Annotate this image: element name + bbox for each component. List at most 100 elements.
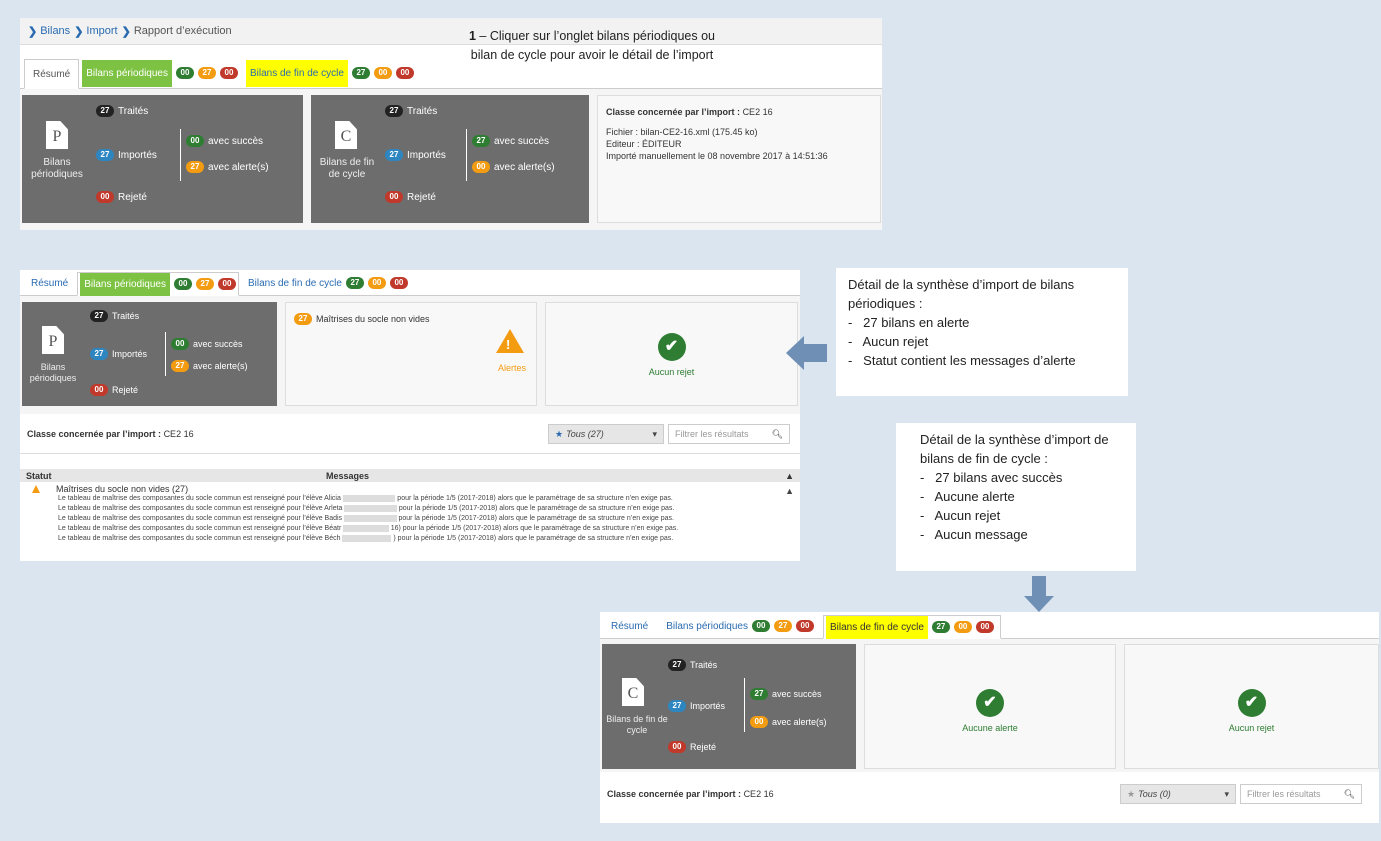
messages-list: Maîtrises du socle non vides (27) ▲ Le t… bbox=[20, 482, 800, 544]
chevron-up-icon[interactable]: ▲ bbox=[785, 471, 794, 481]
note-item: - Aucun rejet bbox=[920, 508, 1001, 523]
caret-down-icon: ▾ bbox=[1224, 788, 1229, 799]
chevron-up-icon[interactable]: ▲ bbox=[785, 486, 794, 496]
document-p-icon: P bbox=[46, 121, 68, 149]
success-badge: 00 bbox=[175, 67, 194, 79]
arrow-left-icon bbox=[786, 336, 804, 370]
note-item: - Aucun message bbox=[920, 527, 1028, 542]
alert-badge: 27 bbox=[197, 67, 216, 79]
tab-resume[interactable]: Résumé bbox=[24, 59, 80, 89]
classe-value: CE2 16 bbox=[742, 107, 773, 117]
traites-row: 27 Traités bbox=[96, 105, 148, 117]
note-item: - 27 bilans en alerte bbox=[848, 315, 970, 330]
reject-badge: 00 bbox=[389, 277, 408, 289]
alert-badge: 00 bbox=[373, 67, 392, 79]
doc-label: Bilans de fin de cycle bbox=[606, 714, 668, 735]
tab-bar: Résumé Bilans périodiques 00 27 00 Bilan… bbox=[600, 612, 1379, 639]
search-icon: 🔍︎ bbox=[771, 428, 783, 439]
message-row: Le tableau de maîtrise des composantes d… bbox=[58, 515, 674, 522]
alerts-box: 27 Maîtrises du socle non vides ! Alertes bbox=[285, 302, 537, 406]
divider bbox=[165, 332, 166, 376]
panel-fin-cycle: Résumé Bilans périodiques 00 27 00 Bilan… bbox=[600, 612, 1379, 823]
tab-label: Bilans périodiques bbox=[80, 272, 170, 296]
success-badge: 27 bbox=[351, 67, 370, 79]
alert-badge: 27 bbox=[195, 278, 214, 290]
divider bbox=[466, 129, 467, 181]
search-icon: 🔍︎ bbox=[1343, 788, 1355, 799]
note-item: - Aucune alerte bbox=[920, 489, 1015, 504]
arrow-left-shaft bbox=[803, 344, 827, 362]
doc-label: Bilans périodiques bbox=[29, 362, 77, 383]
rejects-box: ✔ Aucun rejet bbox=[1124, 644, 1379, 769]
tab-bilans-periodiques[interactable]: Bilans périodiques 00 27 00 bbox=[657, 614, 823, 638]
succes-row: 00 avec succès bbox=[186, 135, 263, 147]
succes-row: 27 avec succès bbox=[750, 688, 822, 700]
col-statut: Statut bbox=[26, 470, 52, 481]
tab-label: Bilans périodiques bbox=[82, 59, 172, 87]
reject-badge: 00 bbox=[795, 620, 814, 632]
stat-box-periodiques: P Bilans périodiques 27 Traités 27 Importé… bbox=[22, 302, 277, 406]
alertes-label: Alertes bbox=[498, 363, 527, 373]
chevron-right-icon: ❯ bbox=[74, 25, 84, 38]
note-item: - Statut contient les messages d’alerte bbox=[848, 353, 1076, 368]
filter-row: Classe concernée par l’import : CE2 16 ★… bbox=[600, 772, 1379, 816]
tab-bilans-periodiques[interactable]: Bilans périodiques 00 27 00 bbox=[77, 272, 239, 296]
reject-badge: 00 bbox=[217, 278, 236, 290]
chevron-right-icon: ❯ bbox=[28, 25, 38, 38]
group-title: Maîtrises du socle non vides (27) bbox=[56, 484, 189, 494]
stat-box-fin-cycle: C Bilans de fin de cycle 27 Traités 27 Imp… bbox=[602, 644, 856, 769]
alerte-row: 00 avec alerte(s) bbox=[750, 716, 827, 728]
tab-label: Bilans de fin de cycle bbox=[247, 277, 342, 289]
status-select[interactable]: ★ Tous (27) ▾ bbox=[548, 424, 664, 444]
document-c-icon: C bbox=[622, 678, 644, 706]
import-info-box: Classe concernée par l’import : CE2 16 F… bbox=[597, 95, 881, 223]
aucun-rejet-label: Aucun rejet bbox=[1228, 723, 1275, 733]
classe-info: Classe concernée par l’import : CE2 16 bbox=[607, 789, 774, 799]
reject-badge: 00 bbox=[975, 621, 994, 633]
note-step-1: 1 – Cliquer sur l’onglet bilans périodiq… bbox=[469, 29, 715, 62]
tab-label: Bilans de fin de cycle bbox=[825, 615, 928, 639]
fichier: Fichier : bilan-CE2-16.xml (175.45 ko) bbox=[606, 127, 758, 137]
message-row: Le tableau de maîtrise des composantes d… bbox=[58, 505, 675, 512]
tab-bilans-fin-cycle[interactable]: Bilans de fin de cycle 27 00 00 bbox=[822, 615, 1001, 639]
tab-bilans-fin-cycle[interactable]: Bilans de fin de cycle 27 00 00 bbox=[241, 58, 419, 88]
tab-bilans-fin-cycle[interactable]: Bilans de fin de cycle 27 00 00 bbox=[239, 271, 417, 295]
doc-label: Bilans de fin de cycle bbox=[319, 157, 375, 180]
check-icon: ✔ bbox=[657, 333, 686, 361]
chevron-right-icon: ❯ bbox=[121, 25, 131, 38]
traites-row: 27 Traités bbox=[385, 105, 437, 117]
breadcrumb-bilans[interactable]: Bilans bbox=[40, 25, 70, 37]
arrow-down-shaft bbox=[1032, 576, 1046, 596]
tab-resume[interactable]: Résumé bbox=[22, 271, 77, 295]
alerte-row: 00 avec alerte(s) bbox=[472, 161, 555, 173]
message-row: Le tableau de maîtrise des composantes d… bbox=[58, 495, 673, 502]
success-badge: 00 bbox=[751, 620, 770, 632]
messages-table-header: Statut Messages ▲ bbox=[20, 469, 800, 482]
tab-bilans-periodiques[interactable]: Bilans périodiques 00 27 00 bbox=[79, 58, 241, 88]
star-icon: ★ bbox=[1127, 788, 1136, 799]
filter-input[interactable]: Filtrer les résultats 🔍︎ bbox=[668, 424, 790, 444]
rejete-row: 00 Rejeté bbox=[385, 191, 436, 203]
tab-label: Bilans périodiques bbox=[666, 620, 748, 632]
col-messages: Messages bbox=[326, 470, 370, 481]
rejects-box: ✔ Aucun rejet bbox=[545, 302, 798, 406]
alert-badge: 00 bbox=[367, 277, 386, 289]
status-select[interactable]: ★ Tous (0) ▾ bbox=[1120, 784, 1236, 804]
tab-bar: Résumé Bilans périodiques 00 27 00 Bilan… bbox=[20, 270, 800, 296]
alert-badge: 27 bbox=[773, 620, 792, 632]
importes-row: 27 Importés bbox=[385, 149, 446, 161]
rejete-row: 00 Rejeté bbox=[90, 384, 138, 396]
note-fin-cycle: Détail de la synthèse d’import de bilans… bbox=[896, 423, 1136, 571]
succes-row: 27 avec succès bbox=[472, 135, 549, 147]
filter-input[interactable]: Filtrer les résultats 🔍︎ bbox=[1240, 784, 1362, 804]
success-badge: 00 bbox=[173, 278, 192, 290]
breadcrumb-import[interactable]: Import bbox=[86, 25, 117, 37]
note-item: - 27 bilans avec succès bbox=[920, 470, 1063, 485]
editeur: Editeur : ÉDITEUR bbox=[606, 139, 682, 149]
aucune-alerte-label: Aucune alerte bbox=[962, 723, 1018, 733]
classe-label: Classe concernée par l’import : bbox=[606, 107, 741, 117]
caret-down-icon: ▾ bbox=[652, 428, 657, 439]
divider bbox=[180, 129, 181, 181]
tab-resume[interactable]: Résumé bbox=[602, 614, 657, 638]
breadcrumb-current: Rapport d’exécution bbox=[133, 25, 232, 37]
